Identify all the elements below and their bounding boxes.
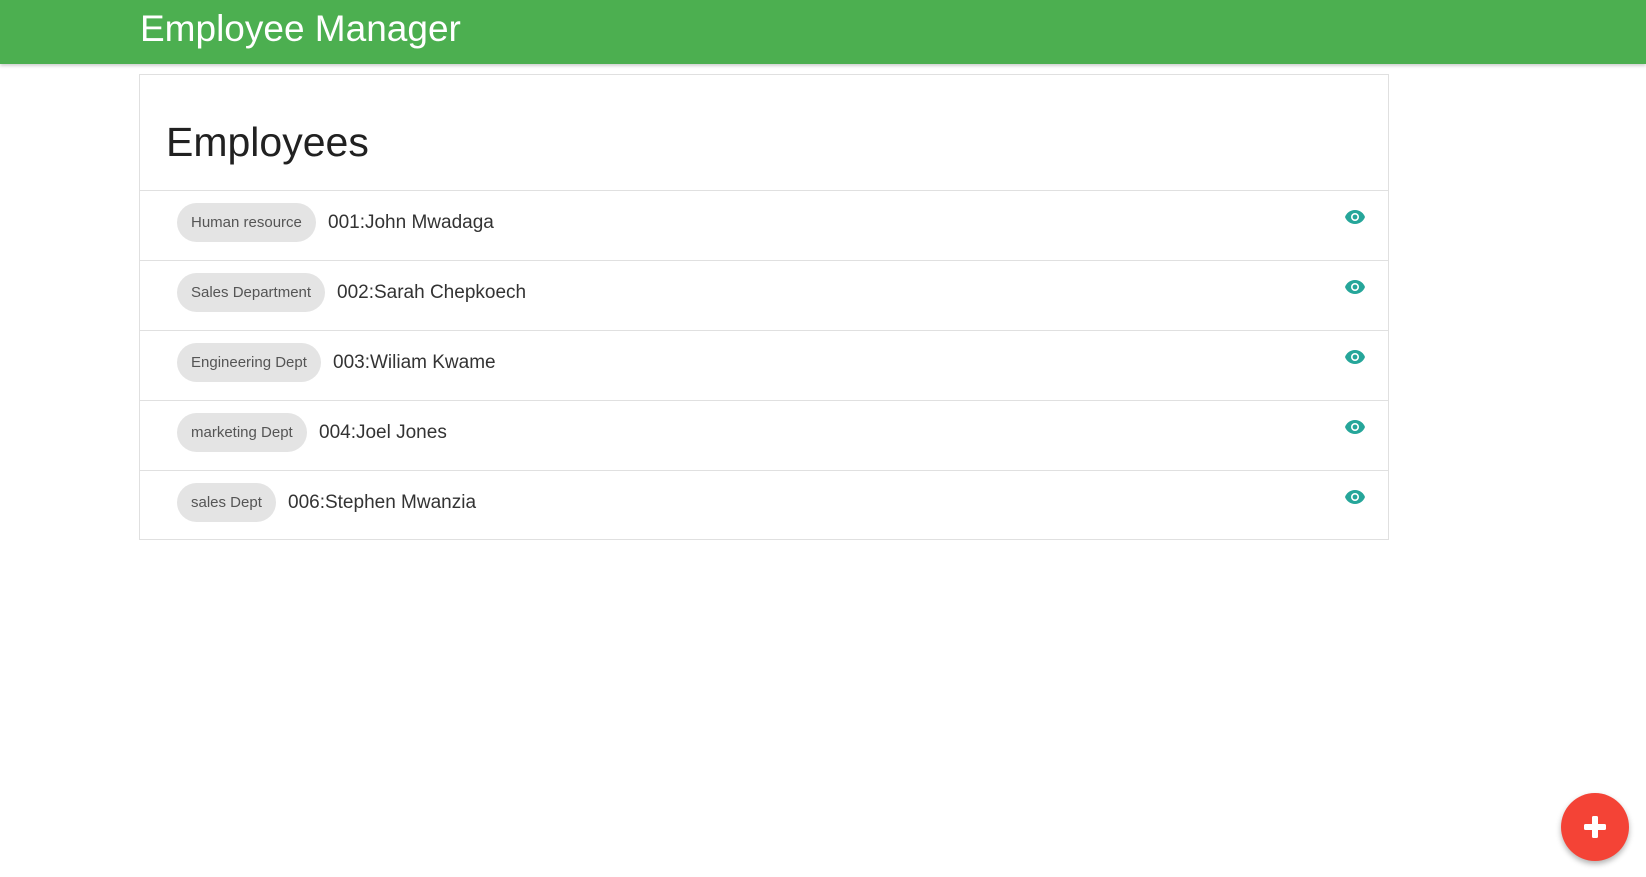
employee-label: 002:Sarah Chepkoech	[337, 282, 527, 303]
card-header: Employees	[140, 75, 1388, 191]
department-chip: sales Dept	[177, 483, 276, 522]
page-title: Employees	[166, 119, 369, 165]
employee-list: Human resource 001:John Mwadaga Sales De…	[140, 191, 1388, 541]
employee-row[interactable]: Sales Department 002:Sarah Chepkoech	[140, 261, 1388, 331]
department-chip: Engineering Dept	[177, 343, 321, 382]
department-chip: Human resource	[177, 203, 316, 242]
eye-icon[interactable]	[1344, 419, 1366, 435]
department-chip: marketing Dept	[177, 413, 307, 452]
employee-label: 004:Joel Jones	[319, 422, 447, 443]
employee-label: 006:Stephen Mwanzia	[288, 492, 477, 513]
employees-card: Employees Human resource 001:John Mwadag…	[139, 74, 1389, 540]
plus-icon	[1584, 816, 1606, 838]
employee-row[interactable]: Engineering Dept 003:Wiliam Kwame	[140, 331, 1388, 401]
department-chip: Sales Department	[177, 273, 326, 312]
add-employee-button[interactable]	[1561, 793, 1629, 861]
eye-icon[interactable]	[1344, 489, 1366, 505]
eye-icon[interactable]	[1344, 209, 1366, 225]
employee-label: 001:John Mwadaga	[328, 212, 494, 233]
eye-icon[interactable]	[1344, 349, 1366, 365]
app-title[interactable]: Employee Manager	[140, 6, 461, 52]
employee-row[interactable]: marketing Dept 004:Joel Jones	[140, 401, 1388, 471]
employee-row[interactable]: sales Dept 006:Stephen Mwanzia	[140, 471, 1388, 541]
employee-row[interactable]: Human resource 001:John Mwadaga	[140, 191, 1388, 261]
eye-icon[interactable]	[1344, 279, 1366, 295]
top-navbar: Employee Manager	[0, 0, 1646, 64]
employee-label: 003:Wiliam Kwame	[333, 352, 496, 373]
